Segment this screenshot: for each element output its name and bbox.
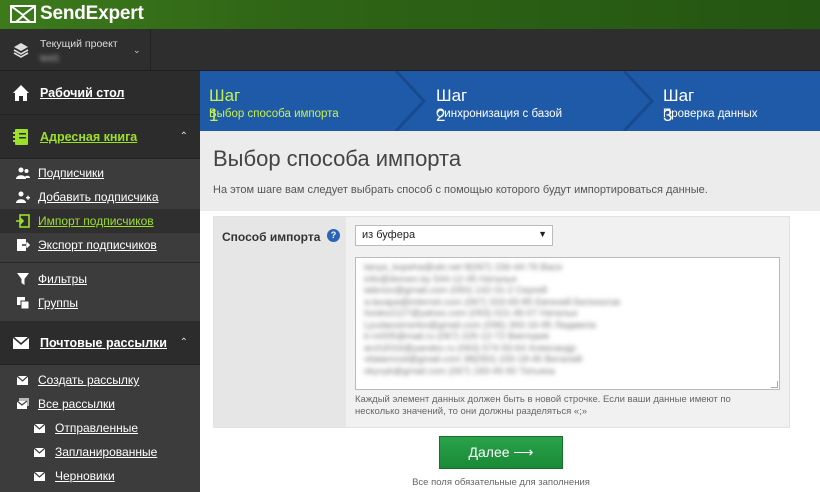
buffer-line: hooks2127@yahoo.com (093) 021-46-07 Ната… [364, 308, 578, 319]
project-name: test1 [40, 52, 60, 63]
sidebar-item-export-subscribers[interactable]: Экспорт подписчиков [0, 233, 200, 257]
sidebar-item-create-mailing[interactable]: Создать рассылку [0, 368, 200, 392]
sidebar: Рабочий стол Адресная книга ⌃ Подписчики… [0, 71, 200, 492]
new-mail-icon [16, 375, 29, 385]
sidebar-item-label: Запланированные [55, 445, 158, 459]
sidebar-divider [0, 262, 200, 263]
sidebar-item-label: Подписчики [38, 166, 105, 180]
brand-name: SendExpert [40, 3, 144, 24]
sidebar-item-add-subscriber[interactable]: Добавить подписчика [0, 185, 200, 209]
layers-icon [13, 43, 29, 58]
format-hint: Каждый элемент данных должен быть в ново… [355, 394, 731, 417]
users-icon [16, 167, 30, 179]
main-content: Шаг 1 Выбор способа импорта Шаг 2 Синхро… [200, 71, 820, 492]
import-form: Способ импорта ? из буфера ▼ tanya_kopeh… [213, 216, 790, 428]
sidebar-item-sent[interactable]: Отправленные [0, 416, 200, 440]
sidebar-item-label: Отправленные [55, 421, 139, 435]
help-icon[interactable]: ? [327, 229, 340, 242]
brand-logo[interactable]: SendExpert [10, 3, 144, 25]
import-method-label: Способ импорта [222, 230, 321, 244]
envelope-icon [12, 335, 30, 349]
project-selector[interactable]: Текущий проект test1 ⌄ [0, 29, 151, 71]
buffer-line: okyvyk@gmail.com (067) 183-45-90 Татьяна [364, 365, 555, 377]
form-label-column: Способ импорта ? [214, 217, 346, 427]
sidebar-item-label: Адресная книга [40, 129, 138, 144]
buffer-line: k-ro005@mail.ru (067) 225-12-72 Виктория [364, 331, 549, 342]
step-number: Шаг 1 [209, 86, 241, 125]
sidebar-item-label: Экспорт подписчиков [38, 238, 157, 252]
sidebar-item-dashboard[interactable]: Рабочий стол [0, 71, 200, 115]
sidebar-item-import-subscribers[interactable]: Импорт подписчиков [0, 209, 200, 233]
project-label: Текущий проект [40, 37, 118, 50]
home-icon [13, 84, 29, 101]
page-title: Выбор способа импорта [213, 146, 462, 171]
buffer-line: tanya_kopeha@ukr.net 8(067) 156-44-76 Ва… [364, 262, 563, 273]
sidebar-item-label: Импорт подписчиков [38, 214, 154, 228]
chevron-down-icon: ⌄ [133, 45, 141, 55]
buffer-line: vitalamrod@gmail.com 38(050) 155-18-45 В… [364, 354, 583, 365]
dropdown-arrow-icon: ▼ [538, 229, 547, 239]
next-button[interactable]: Далее ⟶ [439, 436, 563, 469]
page-description: На этом шаге вам следует выбрать способ … [213, 184, 708, 196]
resize-handle[interactable] [771, 381, 778, 388]
step-label: Синхронизация с базой [436, 108, 562, 120]
buffer-textarea[interactable]: tanya_kopeha@ukr.net 8(067) 156-44-76 Ва… [355, 257, 780, 390]
import-icon [16, 214, 30, 228]
groups-icon [17, 297, 30, 310]
sidebar-item-label: Фильтры [38, 272, 87, 286]
sidebar-item-scheduled[interactable]: Запланированные [0, 440, 200, 464]
scheduled-mail-icon [33, 447, 46, 457]
step-dividers [394, 71, 655, 131]
envelope-logo-icon [10, 5, 36, 23]
add-user-icon [16, 191, 30, 203]
filter-icon [17, 273, 29, 285]
sidebar-item-filters[interactable]: Фильтры [0, 267, 200, 291]
sidebar-item-label: Создать рассылку [38, 373, 140, 387]
step-label: Проверка данных [663, 108, 758, 120]
sidebar-item-mailings[interactable]: Почтовые рассылки ⌃ [0, 321, 200, 365]
draft-mail-icon [33, 471, 46, 481]
export-icon [17, 239, 30, 251]
chevron-up-icon: ⌃ [179, 337, 188, 348]
section-header: Выбор способа импорта На этом шаге вам с… [200, 131, 820, 211]
sidebar-item-address-book[interactable]: Адресная книга ⌃ [0, 115, 200, 159]
sidebar-item-label: Группы [38, 296, 78, 310]
buffer-line: Lyudaosimerko@gmail.com (096) 393-16-95 … [364, 319, 596, 331]
sidebar-item-label: Добавить подписчика [38, 190, 159, 204]
buffer-line: info@domen.by 544-12-45 Наталья [364, 273, 517, 285]
sidebar-item-all-mailings[interactable]: Все рассылки [0, 392, 200, 416]
project-bar: Текущий проект test1 ⌄ [0, 29, 820, 71]
sidebar-item-drafts[interactable]: Черновики [0, 464, 200, 488]
step-label: Выбор способа импорта [209, 108, 339, 120]
step-number: Шаг 3 [663, 86, 695, 125]
mails-icon [16, 398, 29, 409]
step-number: Шаг 2 [436, 86, 468, 125]
chevron-up-icon: ⌃ [179, 131, 188, 142]
address-book-icon [13, 128, 28, 145]
buffer-line: arch2016@yandex.ru (063) 574-93-64 Алекс… [364, 342, 576, 354]
sidebar-item-label: Черновики [55, 469, 115, 483]
buffer-line: a.lavapa@internet.com (067) 333-65-85 Ев… [364, 296, 620, 308]
required-fields-note: Все поля обязательные для заполнения [412, 477, 590, 488]
sidebar-item-groups[interactable]: Группы [0, 291, 200, 315]
step-wizard: Шаг 1 Выбор способа импорта Шаг 2 Синхро… [200, 71, 820, 131]
import-method-select[interactable]: из буфера ▼ [355, 225, 553, 246]
sidebar-item-label: Рабочий стол [40, 85, 125, 100]
sidebar-item-label: Все рассылки [38, 397, 115, 411]
sidebar-item-subscribers[interactable]: Подписчики [0, 161, 200, 185]
buffer-line: talenov@gmail.com (050) 142-31-2 Сергей [364, 285, 547, 296]
select-value: из буфера [362, 229, 416, 241]
top-bar: SendExpert [0, 0, 820, 29]
sidebar-item-label: Почтовые рассылки [40, 335, 167, 350]
sent-mail-icon [33, 423, 46, 433]
